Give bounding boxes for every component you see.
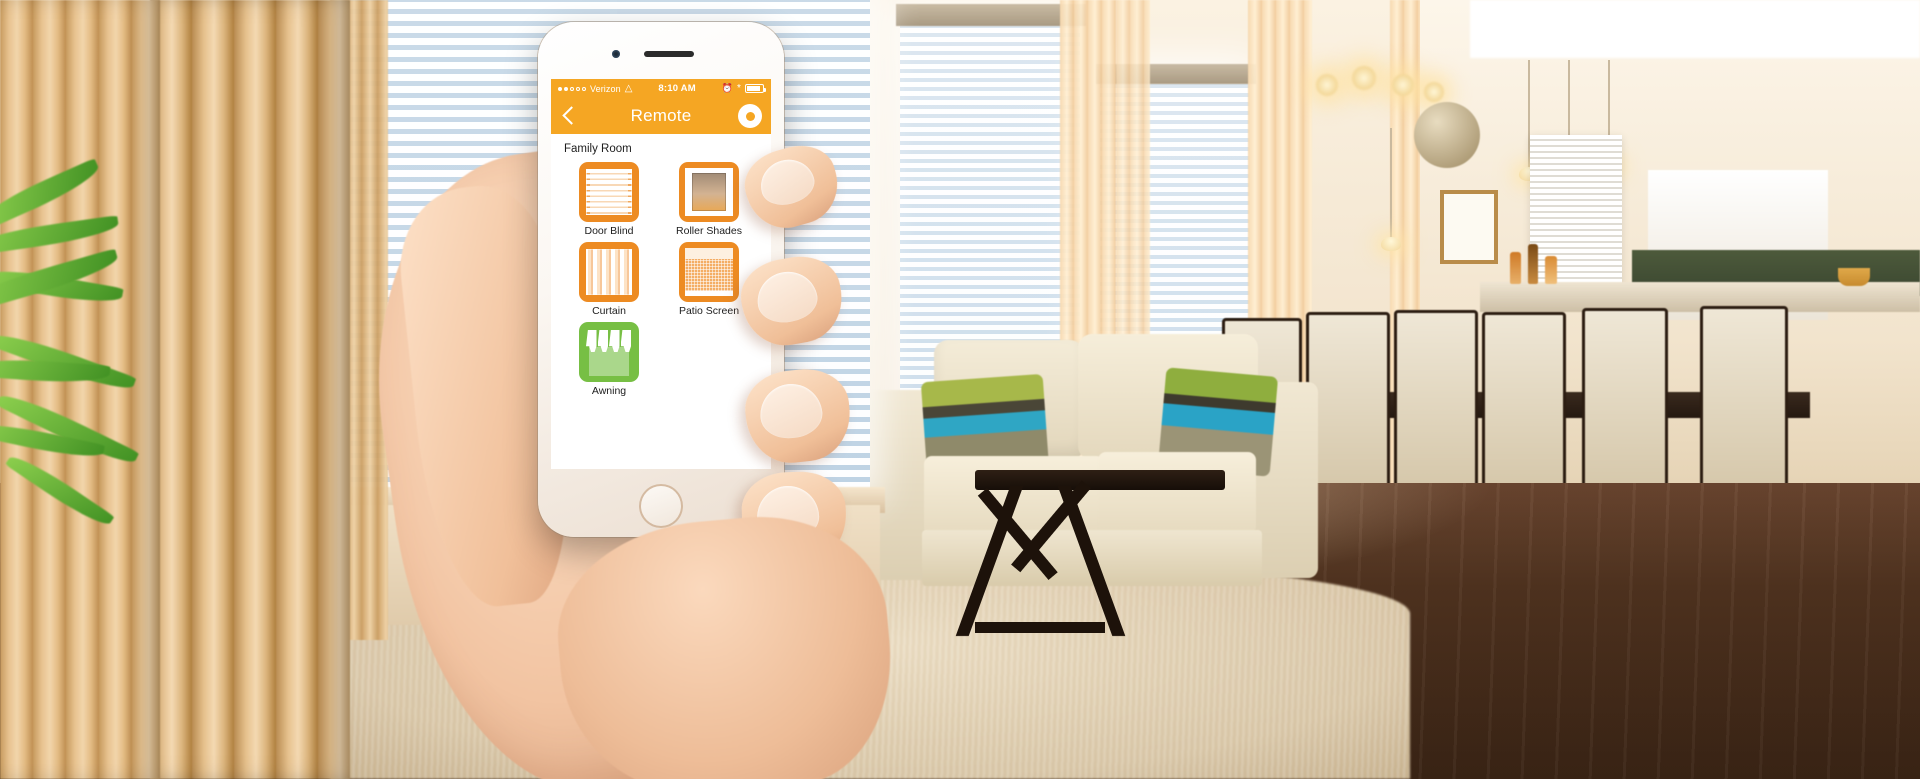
bottle-2 [1528, 244, 1538, 284]
curtain-icon [579, 242, 639, 302]
carrier-label: Verizon [590, 83, 621, 94]
home-button[interactable] [639, 484, 683, 528]
signal-strength-icon [558, 86, 586, 91]
dining-chair-5 [1582, 308, 1668, 490]
device-tile-curtain[interactable]: Curtain [569, 242, 649, 317]
screenshot-stage: Verizon △ 8:10 AM ⏰ * Remote Family Room [0, 0, 1920, 779]
device-tile-awning[interactable]: Awning [569, 322, 649, 397]
dining-chair-4 [1482, 312, 1566, 488]
window-valance-1 [896, 4, 1086, 26]
chandelier-light-4 [1424, 82, 1444, 102]
device-label: Curtain [592, 305, 626, 317]
chandelier-light-2 [1352, 66, 1376, 90]
dining-chair-2 [1306, 312, 1390, 488]
dining-chair-3 [1394, 310, 1478, 488]
smartphone: Verizon △ 8:10 AM ⏰ * Remote Family Room [538, 22, 784, 537]
chandelier-light-3 [1392, 74, 1414, 96]
device-label: Patio Screen [678, 305, 740, 317]
kitchen-window-blind [1530, 135, 1622, 285]
plant-leaf [0, 215, 120, 256]
dining-chair-6 [1700, 306, 1788, 490]
bluetooth-icon: * [737, 83, 741, 94]
device-tile-door-blind[interactable]: Door Blind [569, 162, 649, 237]
potted-plant [0, 158, 200, 532]
navigation-bar: Remote [551, 98, 771, 134]
living-room-background [0, 0, 1920, 779]
framed-artwork [1440, 190, 1498, 264]
bottle-3 [1545, 256, 1557, 284]
device-label: Roller Shades [676, 225, 742, 237]
bowl [1838, 268, 1870, 286]
chandelier-light-1 [1316, 74, 1338, 96]
table-stretcher [975, 622, 1105, 633]
ceiling-soffit [1470, 0, 1920, 58]
front-camera-icon [612, 50, 620, 58]
plant-leaf [0, 248, 121, 314]
battery-icon [745, 84, 766, 93]
alarm-clock-icon: ⏰ [721, 83, 733, 93]
earpiece-speaker [644, 51, 694, 57]
wifi-icon: △ [624, 82, 633, 94]
status-bar: Verizon △ 8:10 AM ⏰ * [551, 79, 771, 98]
device-label: Door Blind [584, 225, 634, 237]
awning-icon [579, 322, 639, 382]
device-grid: Door Blind Roller Shades Curtain Patio S… [551, 162, 771, 402]
status-bar-clock: 8:10 AM [658, 83, 696, 94]
bottle-1 [1510, 252, 1521, 284]
patio-screen-icon [679, 242, 739, 302]
room-label: Family Room [564, 143, 632, 155]
coffee-table [955, 470, 1225, 770]
decorative-globe [1414, 102, 1480, 168]
device-tile-roller-shades[interactable]: Roller Shades [669, 162, 749, 237]
content-area: Family Room Door Blind Roller Shades Cur… [551, 134, 771, 469]
device-label: Awning [591, 385, 627, 397]
record-circle-icon[interactable] [738, 104, 762, 128]
phone-screen: Verizon △ 8:10 AM ⏰ * Remote Family Room [551, 79, 771, 469]
roller-shades-icon [679, 162, 739, 222]
door-blind-icon [579, 162, 639, 222]
back-button[interactable] [560, 104, 578, 128]
pendant-light-4 [1381, 128, 1401, 251]
device-tile-patio-screen[interactable]: Patio Screen [669, 242, 749, 317]
